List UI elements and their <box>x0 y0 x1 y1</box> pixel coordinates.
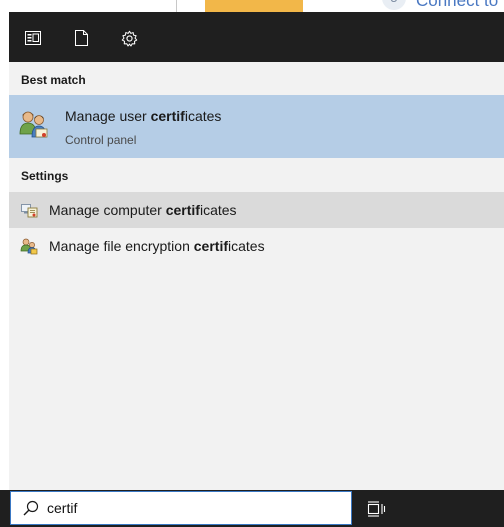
apps-icon[interactable] <box>22 27 44 49</box>
documents-icon[interactable] <box>70 27 92 49</box>
file-encryption-icon <box>20 237 38 255</box>
settings-header: Settings <box>21 169 69 183</box>
taskbar-search-box[interactable] <box>10 491 352 525</box>
taskbar <box>0 490 504 527</box>
setting-label-suffix: icates <box>228 238 265 254</box>
setting-label-suffix: icates <box>199 202 237 218</box>
setting-item-manage-file-encryption-certificates[interactable]: Manage file encryption certificates <box>9 228 504 264</box>
background-connect-link: Connect to <box>416 0 499 10</box>
setting-item-label: Manage computer certificates <box>49 202 237 218</box>
best-match-title-prefix: Manage user <box>65 108 151 124</box>
best-match-title-highlight: certif <box>150 108 185 124</box>
user-certificates-icon <box>19 109 49 139</box>
setting-item-label: Manage file encryption certificates <box>49 238 265 254</box>
setting-label-prefix: Manage file encryption <box>49 238 194 254</box>
setting-label-highlight: certif <box>193 238 228 254</box>
search-results-panel: Best match Manage user certificates Cont… <box>9 12 504 490</box>
setting-label-prefix: Manage computer <box>49 202 166 218</box>
screen: 5 Connect to <box>0 0 504 527</box>
best-match-title: Manage user certificates <box>65 108 221 124</box>
best-match-title-suffix: icates <box>184 108 222 124</box>
setting-label-highlight: certif <box>165 202 200 218</box>
search-filter-bar <box>9 12 504 62</box>
background-step-number: 5 <box>382 0 406 10</box>
background-app: 5 Connect to <box>0 0 504 12</box>
best-match-result[interactable]: Manage user certificates Control panel <box>9 95 504 158</box>
best-match-header: Best match <box>21 73 86 87</box>
computer-certificates-icon <box>20 201 38 219</box>
best-match-subtitle: Control panel <box>65 133 137 147</box>
search-input[interactable] <box>47 498 337 518</box>
settings-gear-icon[interactable] <box>118 27 140 49</box>
setting-item-manage-computer-certificates[interactable]: Manage computer certificates <box>9 192 504 228</box>
background-orange-tab <box>205 0 303 12</box>
search-icon <box>23 500 39 516</box>
task-view-icon[interactable] <box>366 499 386 519</box>
background-divider <box>176 0 177 12</box>
